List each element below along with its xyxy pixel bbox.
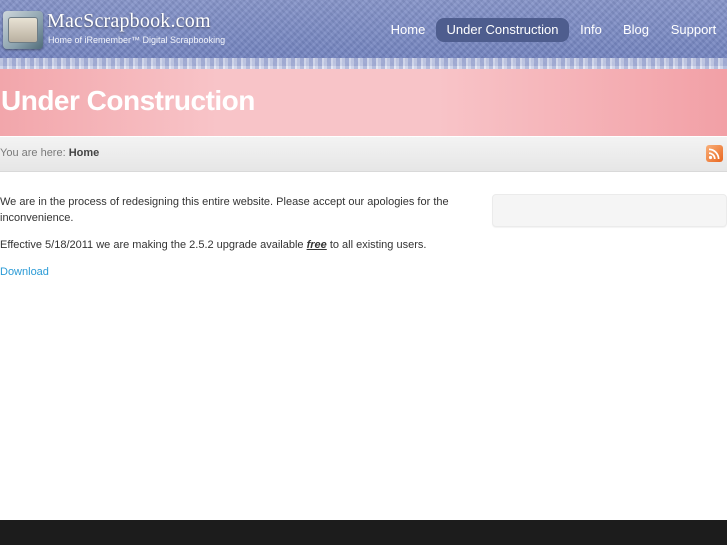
sidebar-panel	[492, 194, 727, 227]
main-nav: Home Under Construction Info Blog Suppor…	[0, 18, 727, 42]
main-content: We are in the process of redesigning thi…	[0, 194, 470, 291]
nav-under-construction[interactable]: Under Construction	[436, 18, 569, 42]
nav-info[interactable]: Info	[575, 18, 607, 42]
free-emphasis: free	[306, 239, 327, 251]
breadcrumb: You are here: Home	[0, 147, 99, 159]
breadcrumb-home: Home	[68, 147, 100, 159]
intro-paragraph: We are in the process of redesigning thi…	[0, 196, 449, 224]
nav-blog[interactable]: Blog	[617, 18, 655, 42]
download-link[interactable]: Download	[0, 266, 49, 278]
page-title: Under Construction	[1, 85, 255, 116]
nav-home[interactable]: Home	[386, 18, 430, 42]
site-footer	[0, 520, 727, 545]
upgrade-paragraph: Effective 5/18/2011 we are making the 2.…	[0, 237, 470, 253]
breadcrumb-prefix: You are here:	[0, 147, 66, 159]
upgrade-text-end: to all existing users.	[326, 239, 427, 251]
nav-support[interactable]: Support	[666, 18, 721, 42]
upgrade-text-start: Effective 5/18/2011 we are making the 2.…	[0, 239, 307, 251]
breadcrumb-bar	[0, 137, 727, 172]
rss-icon[interactable]	[706, 145, 723, 162]
